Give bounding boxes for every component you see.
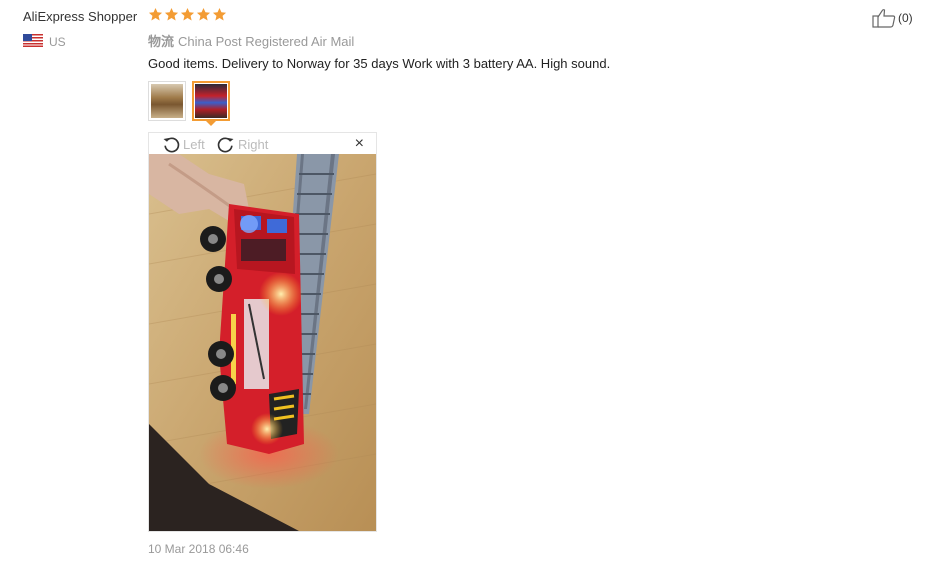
logistics-value: China Post Registered Air Mail (178, 34, 355, 49)
thumbnail-image (195, 84, 227, 118)
reviewer-country: US (49, 35, 66, 49)
photo-thumbnail-2[interactable] (192, 81, 230, 126)
rotate-right-icon (217, 137, 234, 153)
thumbs-up-icon (872, 9, 896, 28)
rotate-left-label: Left (183, 136, 205, 152)
review-comment: Good items. Delivery to Norway for 35 da… (148, 56, 611, 71)
helpful-count: (0) (898, 11, 913, 25)
star-icon (212, 7, 227, 21)
thumbnail-image (151, 84, 183, 118)
rotate-right-button[interactable]: Right (216, 134, 268, 154)
reviewer-name: AliExpress Shopper (23, 9, 138, 24)
star-icon (196, 7, 211, 21)
logistics-info: 物流 China Post Registered Air Mail (148, 31, 354, 50)
review-date: 10 Mar 2018 06:46 (148, 542, 249, 556)
star-rating (148, 7, 227, 22)
star-icon (180, 7, 195, 21)
photo-thumbnail-1[interactable] (148, 81, 186, 121)
us-flag-icon (23, 34, 43, 47)
helpful-button[interactable]: (0) (872, 8, 913, 28)
star-icon (148, 7, 163, 21)
rotate-left-icon (163, 137, 180, 153)
viewer-toolbar: Left Right × (149, 133, 376, 154)
rotate-right-label: Right (238, 136, 269, 152)
rotate-left-button[interactable]: Left (161, 134, 205, 154)
review-photo (149, 154, 376, 531)
photo-viewer: Left Right × (148, 132, 377, 532)
photo-thumbnails (148, 81, 230, 126)
star-icon (164, 7, 179, 21)
close-viewer-button[interactable]: × (355, 136, 364, 152)
logistics-label: 物流 (148, 34, 175, 49)
